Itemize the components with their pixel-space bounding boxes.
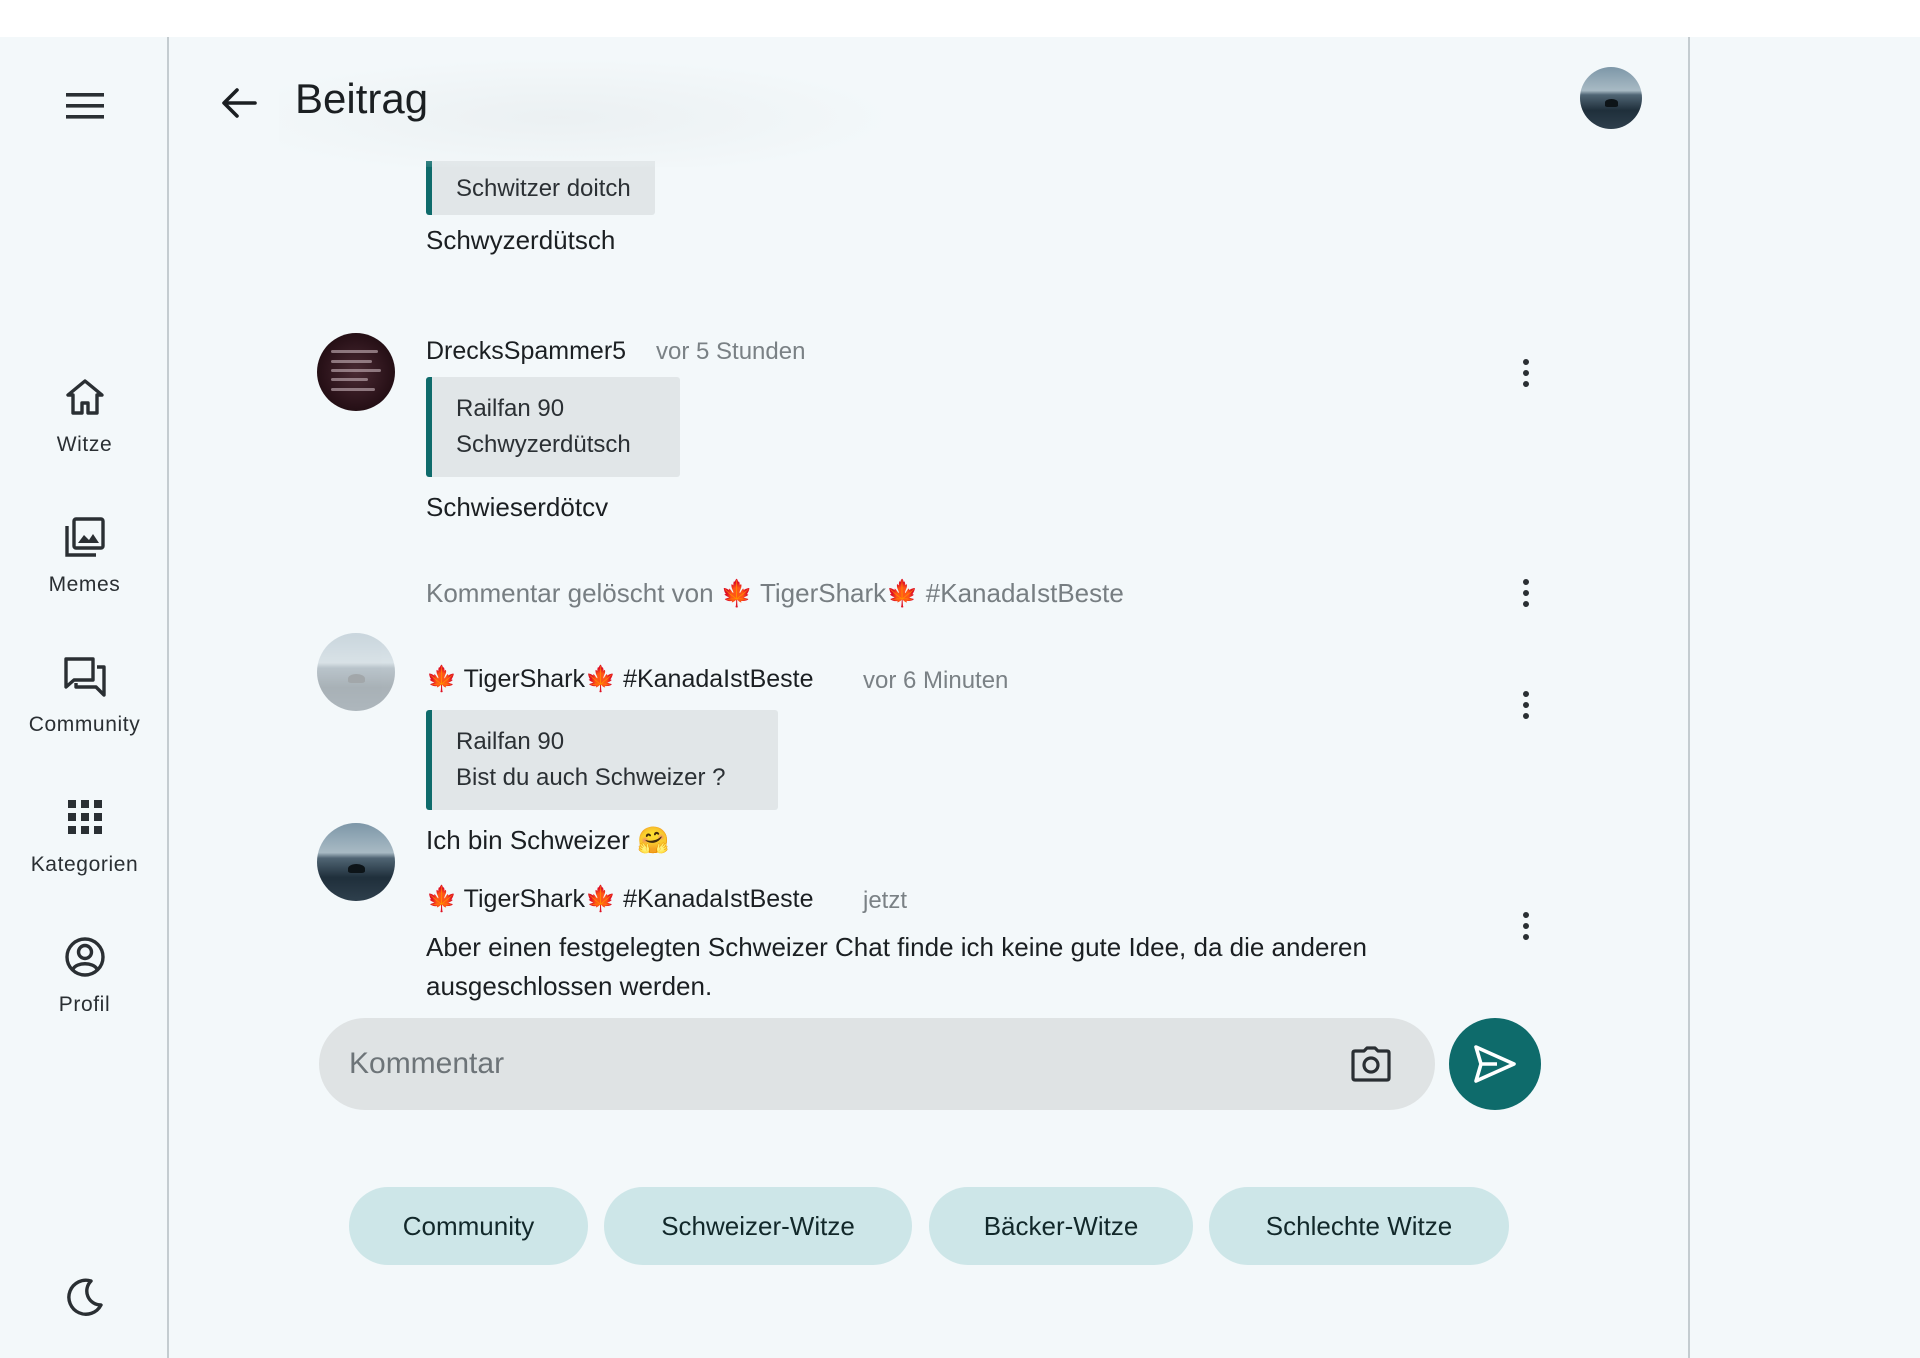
chip-community[interactable]: Community bbox=[349, 1187, 588, 1265]
comment-composer bbox=[319, 1018, 1435, 1110]
hamburger-menu-icon bbox=[66, 93, 104, 119]
page-title: Beitrag bbox=[295, 75, 429, 122]
maple-leaf-icon: 🍁 bbox=[426, 885, 458, 913]
sidebar-item-label: Profil bbox=[58, 993, 111, 1016]
comment-author[interactable]: 🍁 TigerShark🍁 #KanadaIstBeste bbox=[426, 885, 814, 914]
sidebar-item-label: Witze bbox=[56, 433, 113, 456]
more-options-button[interactable] bbox=[1508, 351, 1544, 395]
more-options-button[interactable] bbox=[1508, 571, 1544, 615]
avatar[interactable] bbox=[317, 633, 395, 711]
send-button[interactable] bbox=[1449, 1018, 1541, 1110]
sidebar-item-memes[interactable]: Memes bbox=[0, 513, 169, 633]
comment-timestamp: vor 5 Stunden bbox=[656, 338, 806, 365]
quote-author: Railfan 90 bbox=[456, 728, 565, 755]
apps-grid-icon bbox=[61, 793, 109, 841]
more-vert-icon bbox=[1523, 912, 1529, 918]
photo-library-icon bbox=[61, 513, 109, 561]
sidebar: Witze Memes Community Kategorien Profil bbox=[0, 37, 169, 1358]
author-name: TigerShark bbox=[463, 665, 585, 693]
comment-input[interactable] bbox=[349, 1018, 1309, 1110]
maple-leaf-icon: 🍁 bbox=[584, 885, 617, 913]
chip-schweizer-witze[interactable]: Schweizer-Witze bbox=[604, 1187, 912, 1265]
deleted-by-name[interactable]: TigerShark bbox=[760, 578, 886, 608]
home-icon bbox=[61, 373, 109, 421]
comment-feed: Schwitzer doitch Schwyzerdütsch DrecksSp… bbox=[169, 161, 1688, 1021]
quoted-message: Railfan 90 Bist du auch Schweizer ? bbox=[426, 710, 778, 810]
comment-body: Ich bin Schweizer 🤗 bbox=[426, 825, 670, 855]
sidebar-item-label: Community bbox=[28, 713, 141, 736]
theme-toggle-button[interactable] bbox=[60, 1272, 110, 1322]
menu-button[interactable] bbox=[60, 81, 110, 131]
maple-leaf-icon: 🍁 bbox=[584, 665, 617, 693]
quote-author: Railfan 90 bbox=[456, 395, 565, 422]
maple-leaf-icon: 🍁 bbox=[720, 578, 754, 608]
camera-button[interactable] bbox=[1349, 1042, 1393, 1086]
more-options-button[interactable] bbox=[1508, 904, 1544, 948]
arrow-back-icon bbox=[222, 88, 257, 118]
chip-baecker-witze[interactable]: Bäcker-Witze bbox=[929, 1187, 1193, 1265]
top-app-bar: Beitrag bbox=[169, 37, 1688, 167]
comment-timestamp: jetzt bbox=[863, 887, 908, 914]
comment-body: Schwyzerdütsch bbox=[426, 225, 616, 255]
account-circle-icon bbox=[61, 933, 109, 981]
author-tag: #KanadaIstBeste bbox=[623, 885, 814, 913]
more-vert-icon bbox=[1523, 359, 1529, 365]
quote-text: Bist du auch Schweizer ? bbox=[456, 764, 726, 791]
maple-leaf-icon: 🍁 bbox=[426, 665, 458, 693]
author-tag: #KanadaIstBeste bbox=[623, 665, 814, 693]
sidebar-item-community[interactable]: Community bbox=[0, 653, 169, 773]
quote-text: Schwyzerdütsch bbox=[456, 431, 631, 458]
quoted-message: Railfan 90 Schwyzerdütsch bbox=[426, 377, 680, 477]
comment-body: Aber einen festgelegten Schweizer Chat f… bbox=[426, 932, 1367, 1001]
quoted-message: Schwitzer doitch bbox=[426, 161, 655, 215]
more-vert-icon bbox=[1523, 691, 1529, 697]
comment-author[interactable]: DrecksSpammer5 bbox=[426, 337, 626, 366]
sidebar-item-label: Memes bbox=[48, 573, 121, 596]
deleted-comment-notice: Kommentar gelöscht von 🍁 TigerShark🍁 #Ka… bbox=[426, 578, 1124, 609]
back-button[interactable] bbox=[213, 77, 265, 129]
user-avatar[interactable] bbox=[1580, 67, 1642, 129]
comment-timestamp: vor 6 Minuten bbox=[863, 667, 1009, 694]
post-view: Schwitzer doitch Schwyzerdütsch DrecksSp… bbox=[169, 37, 1690, 1358]
sidebar-item-profil[interactable]: Profil bbox=[0, 933, 169, 1053]
sidebar-item-kategorien[interactable]: Kategorien bbox=[0, 793, 169, 913]
sidebar-item-label: Kategorien bbox=[30, 853, 139, 876]
quote-text: Schwitzer doitch bbox=[456, 175, 631, 202]
deleted-by-tag: #KanadaIstBeste bbox=[925, 578, 1124, 608]
comment-author[interactable]: 🍁 TigerShark🍁 #KanadaIstBeste bbox=[426, 665, 814, 694]
app: Witze Memes Community Kategorien Profil bbox=[0, 37, 1920, 1358]
maple-leaf-icon: 🍁 bbox=[886, 578, 919, 608]
chip-schlechte-witze[interactable]: Schlechte Witze bbox=[1209, 1187, 1509, 1265]
send-icon bbox=[1474, 1045, 1516, 1083]
deleted-prefix: Kommentar gelöscht von bbox=[426, 578, 714, 608]
forum-icon bbox=[61, 653, 109, 701]
more-options-button[interactable] bbox=[1508, 683, 1544, 727]
author-name: TigerShark bbox=[463, 885, 585, 913]
comment-body: Schwieserdötcv bbox=[426, 492, 609, 522]
more-vert-icon bbox=[1523, 579, 1529, 585]
avatar[interactable] bbox=[317, 333, 395, 411]
camera-icon bbox=[1351, 1046, 1391, 1082]
dark-mode-moon-icon bbox=[67, 1278, 103, 1316]
avatar[interactable] bbox=[317, 823, 395, 901]
sidebar-item-witze[interactable]: Witze bbox=[0, 373, 169, 493]
